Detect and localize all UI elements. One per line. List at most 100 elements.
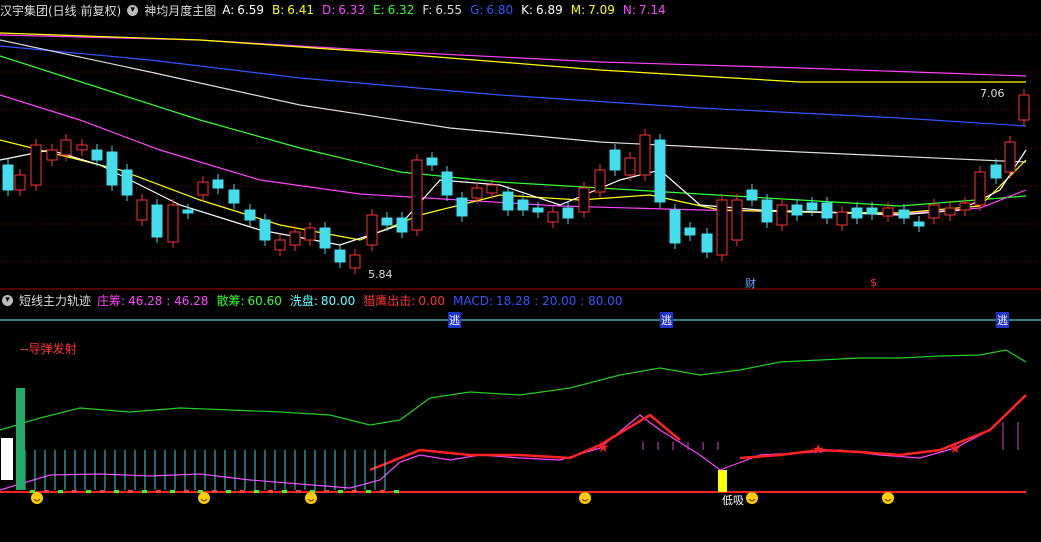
candle-body (274, 239, 286, 251)
signal-dot (240, 490, 245, 493)
signal-dot (86, 490, 91, 493)
volume-bar-white (1, 438, 13, 480)
signal-dot (184, 490, 189, 493)
sub-indicator-plot: ★ ★ ★ (0, 349, 1027, 504)
candle-body (197, 181, 209, 196)
candle-body (669, 209, 681, 244)
signal-dot (338, 490, 343, 493)
candle-body (151, 204, 163, 238)
candle-body (776, 204, 788, 226)
signal-dot (156, 490, 161, 493)
smiley-icon (579, 492, 591, 504)
low-price-label: 5.84 (368, 268, 393, 281)
candle-body (898, 209, 910, 219)
candle-body (836, 211, 848, 226)
candle-body (746, 189, 758, 201)
candle-body (76, 144, 88, 151)
candle-body (731, 199, 743, 241)
candle-body (212, 179, 224, 189)
signal-dot (142, 490, 147, 493)
candle-body (609, 149, 621, 171)
candle-body (366, 214, 378, 246)
candle-body (547, 211, 559, 223)
candle-body (289, 231, 301, 246)
candle-body (1004, 141, 1016, 173)
main-chip-line (0, 394, 1027, 491)
candle-body (532, 207, 544, 213)
retail-chip-line (0, 349, 1027, 431)
candle-body (14, 174, 26, 191)
candle-body (990, 164, 1002, 179)
smiley-icon (305, 492, 317, 504)
smiley-icon (746, 492, 758, 504)
ma-line-e (0, 55, 1027, 207)
candle-body (959, 202, 971, 211)
candle-body (944, 207, 956, 216)
signal-dot (170, 490, 175, 493)
ma-line-k (0, 39, 1027, 163)
candle-body (974, 171, 986, 206)
signal-dot (30, 490, 35, 493)
candle-body (866, 207, 878, 215)
dollar-marker[interactable]: $ (870, 276, 877, 289)
candle-body (517, 199, 529, 211)
star-icon: ★ (949, 441, 962, 457)
candle-body (716, 199, 728, 256)
candle-body (761, 199, 773, 223)
candle-body (701, 233, 713, 253)
star-icon: ★ (597, 440, 610, 456)
low-buy-bar (718, 470, 727, 492)
finance-marker[interactable]: 财 (745, 275, 756, 291)
candle-body (594, 169, 606, 193)
chart-canvas[interactable]: ★ ★ ★ (0, 0, 1041, 542)
signal-dot (58, 490, 63, 493)
candle-body (319, 227, 331, 249)
candle-body (411, 159, 423, 231)
trend-line (739, 394, 1027, 460)
candle-body (182, 209, 194, 214)
candle-body (46, 149, 58, 161)
signal-dot (352, 490, 357, 493)
candle-body (228, 189, 240, 204)
candle-body (121, 169, 133, 196)
signal-dot (100, 490, 105, 493)
escape-label: 逃 (660, 312, 673, 328)
signal-dot (366, 490, 371, 493)
candle-body (578, 187, 590, 213)
signal-dot (296, 490, 301, 493)
signal-dot (128, 490, 133, 493)
candle-body (441, 171, 453, 196)
signal-dot (394, 490, 399, 493)
smiley-icon (198, 492, 210, 504)
candle-body (486, 184, 498, 194)
candle-body (928, 204, 940, 219)
signal-dot (44, 490, 49, 493)
signal-dot (114, 490, 119, 493)
candle-body (396, 217, 408, 233)
candle-body (167, 204, 179, 243)
candle-body (106, 151, 118, 186)
candle-body (806, 202, 818, 211)
candle-body (1018, 94, 1030, 121)
ma-line-n (0, 34, 1027, 77)
candle-body (502, 191, 514, 211)
trend-line (369, 413, 681, 472)
signal-dot (282, 490, 287, 493)
candle-body (654, 139, 666, 203)
candle-body (684, 227, 696, 236)
signal-dot (254, 490, 259, 493)
star-icon: ★ (812, 442, 825, 458)
candle-body (851, 207, 863, 219)
candle-body (91, 149, 103, 161)
candle-body (349, 254, 361, 269)
candle-body (244, 209, 256, 221)
candle-body (456, 197, 468, 217)
grid-lines (0, 33, 1041, 493)
signal-dot (226, 490, 231, 493)
signal-dot (324, 490, 329, 493)
candle-body (821, 202, 833, 219)
signal-dot (72, 490, 77, 493)
candle-body (562, 207, 574, 219)
candle-body (913, 221, 925, 227)
candle-body (2, 164, 14, 191)
